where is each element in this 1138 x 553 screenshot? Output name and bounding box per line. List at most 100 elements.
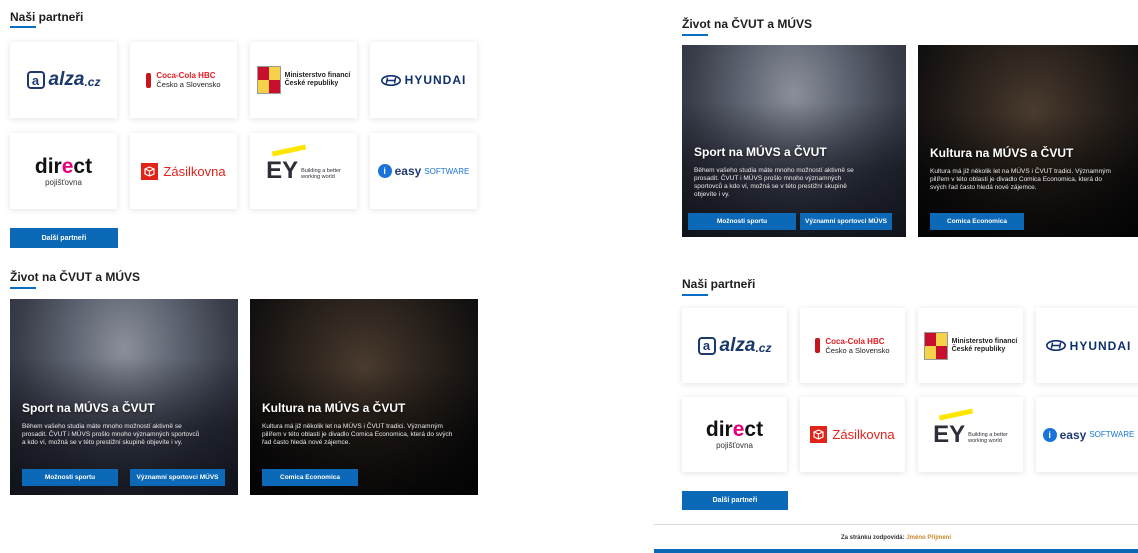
- footer-label: Za stránku zodpovídá:: [840, 535, 905, 541]
- zasilkovna-logo: Zásilkovna: [141, 162, 226, 180]
- comica-economica-button[interactable]: Comica Economica: [930, 213, 1024, 230]
- partners-title-underline: [10, 26, 36, 28]
- crest-quarter: [935, 345, 947, 359]
- partner-logo-card[interactable]: direct pojišťovna: [10, 133, 117, 209]
- more-partners-button[interactable]: Další partneři: [682, 491, 788, 510]
- partners-title: Naši partneři: [10, 10, 84, 24]
- sport-options-button[interactable]: Možnosti sportu: [22, 469, 118, 486]
- partner-logo-card[interactable]: a alza .cz: [682, 308, 787, 383]
- ministry-line2: České republiky: [284, 80, 339, 87]
- coca-cola-hbc-logo: Coca-Cola HBC Česko a Slovensko: [815, 337, 890, 355]
- zasilkovna-box-icon: [810, 426, 828, 443]
- partner-logo-card[interactable]: HYUNDAI: [370, 42, 477, 118]
- ministry-of-finance-logo: Ministerstvo financí České republiky: [256, 66, 350, 94]
- alza-a-icon: a: [26, 71, 45, 89]
- direct-pojistovna-logo: direct pojišťovna: [706, 419, 763, 450]
- zasilkovna-logo: Zásilkovna: [810, 426, 895, 443]
- notable-athletes-button[interactable]: Významní sportovci MÚVS: [130, 469, 225, 486]
- sport-photo-overlay: [682, 45, 906, 237]
- partner-logo-card[interactable]: a alza .cz: [10, 42, 117, 118]
- partners-title-underline: [682, 294, 708, 296]
- czech-coat-of-arms-icon: [923, 331, 948, 360]
- ey-tagline: Building a better working world: [301, 169, 341, 181]
- hyundai-logo-text: HYUNDAI: [1069, 338, 1132, 353]
- coca-cola-line1: Coca-Cola HBC: [156, 71, 216, 80]
- crest-quarter: [257, 67, 269, 80]
- ey-logo-text: EY: [266, 157, 299, 184]
- ey-tagline-line2: working world: [301, 174, 335, 181]
- notable-athletes-button[interactable]: Významní sportovci MÚVS: [800, 213, 892, 230]
- ey-logo-text: EY: [933, 420, 966, 448]
- direct-text-part3: ct: [73, 154, 93, 178]
- coca-cola-line1: Coca-Cola HBC: [825, 336, 885, 346]
- easy-software-i-icon: i: [377, 164, 392, 178]
- culture-card: Kultura na MÚVS a ČVUT Kultura má již ně…: [918, 45, 1138, 237]
- ministry-line2: České republiky: [951, 345, 1006, 353]
- partner-logo-card[interactable]: i easy SOFTWARE: [1036, 397, 1138, 472]
- crest-quarter: [268, 80, 280, 93]
- alza-logo-text: alza: [719, 334, 756, 356]
- hyundai-logo-text: HYUNDAI: [404, 73, 467, 87]
- partner-logo-card[interactable]: i easy SOFTWARE: [370, 133, 477, 209]
- partner-logo-card[interactable]: Ministerstvo financí České republiky: [918, 308, 1023, 383]
- easy-logo-suffix: SOFTWARE: [424, 166, 470, 176]
- easy-logo-text: easy: [1059, 427, 1087, 442]
- partner-logo-card[interactable]: HYUNDAI: [1036, 308, 1138, 383]
- life-title-underline: [10, 287, 36, 289]
- life-title: Život na ČVUT a MÚVS: [682, 17, 813, 31]
- culture-photo-overlay: [918, 45, 1138, 237]
- alza-logo-suffix: .cz: [755, 340, 772, 355]
- direct-subtitle: pojišťovna: [45, 177, 82, 187]
- alza-logo: a alza .cz: [26, 69, 101, 91]
- partner-logo-card[interactable]: Coca-Cola HBC Česko a Slovensko: [130, 42, 237, 118]
- direct-text-part2: e: [61, 154, 74, 178]
- easy-logo-suffix: SOFTWARE: [1089, 430, 1135, 439]
- easy-logo-text: easy: [394, 164, 422, 178]
- partner-logo-card[interactable]: EY Building a better working world: [918, 397, 1023, 472]
- coca-cola-hbc-logo: Coca-Cola HBC Česko a Slovensko: [146, 71, 221, 89]
- partner-logo-card[interactable]: EY Building a better working world: [250, 133, 357, 209]
- life-title-underline: [682, 34, 708, 36]
- sport-card-title: Sport na MÚVS a ČVUT: [694, 145, 827, 159]
- partner-logo-card[interactable]: Zásilkovna: [800, 397, 905, 472]
- alza-logo-suffix: .cz: [84, 75, 101, 89]
- left-viewport: Naši partneři a alza .cz Coca-Cola HBC Česko…: [0, 0, 640, 553]
- culture-card-title: Kultura na MÚVS a ČVUT: [262, 401, 406, 415]
- more-partners-button[interactable]: Další partneři: [10, 228, 118, 248]
- coca-cola-bottle-icon: [146, 72, 152, 88]
- partner-logo-card[interactable]: direct pojišťovna: [682, 397, 787, 472]
- hyundai-h-icon: [1045, 340, 1066, 351]
- crest-quarter: [924, 345, 936, 359]
- partner-logo-card[interactable]: Coca-Cola HBC Česko a Slovensko: [800, 308, 905, 383]
- hyundai-logo: HYUNDAI: [1045, 338, 1132, 353]
- comica-economica-button[interactable]: Comica Economica: [262, 469, 358, 486]
- partner-logo-card[interactable]: Zásilkovna: [130, 133, 237, 209]
- crest-quarter: [924, 332, 936, 346]
- ministry-of-finance-logo: Ministerstvo financí České republiky: [923, 331, 1018, 360]
- coca-cola-line2: Česko a Slovensko: [156, 80, 221, 89]
- ey-yellow-beam: [938, 408, 974, 420]
- sport-card-title: Sport na MÚVS a ČVUT: [22, 401, 155, 415]
- life-title: Život na ČVUT a MÚVS: [10, 270, 141, 284]
- zasilkovna-logo-text: Zásilkovna: [163, 163, 226, 179]
- footer-bar: [654, 549, 1138, 553]
- easy-software-logo: i easy SOFTWARE: [1042, 427, 1135, 442]
- easy-software-logo: i easy SOFTWARE: [377, 164, 470, 178]
- czech-coat-of-arms-icon: [256, 66, 281, 94]
- direct-logo-text: direct: [35, 156, 92, 177]
- ministry-text: Ministerstvo financí České republiky: [952, 338, 1018, 353]
- ey-logo: EY Building a better working world: [266, 144, 341, 184]
- footer-person-link[interactable]: Jméno Příjmení: [906, 535, 951, 541]
- culture-card-text: Kultura má již několik let na MÚVS i ČVU…: [930, 168, 1111, 192]
- alza-logo: a alza .cz: [697, 334, 772, 357]
- coca-cola-text: Coca-Cola HBC Česko a Slovensko: [825, 337, 889, 355]
- sport-options-button[interactable]: Možnosti sportu: [688, 213, 796, 230]
- partner-logo-card[interactable]: Ministerstvo financí České republiky: [250, 42, 357, 118]
- direct-subtitle: pojišťovna: [716, 441, 753, 450]
- culture-card-title: Kultura na MÚVS a ČVUT: [930, 146, 1074, 160]
- sport-photo-overlay: [10, 299, 238, 495]
- culture-card: Kultura na MÚVS a ČVUT Kultura má již ně…: [250, 299, 478, 495]
- direct-text-part3: ct: [744, 418, 764, 441]
- ey-yellow-beam: [271, 144, 307, 157]
- sport-card: Sport na MÚVS a ČVUT Během vašeho studia…: [10, 299, 238, 495]
